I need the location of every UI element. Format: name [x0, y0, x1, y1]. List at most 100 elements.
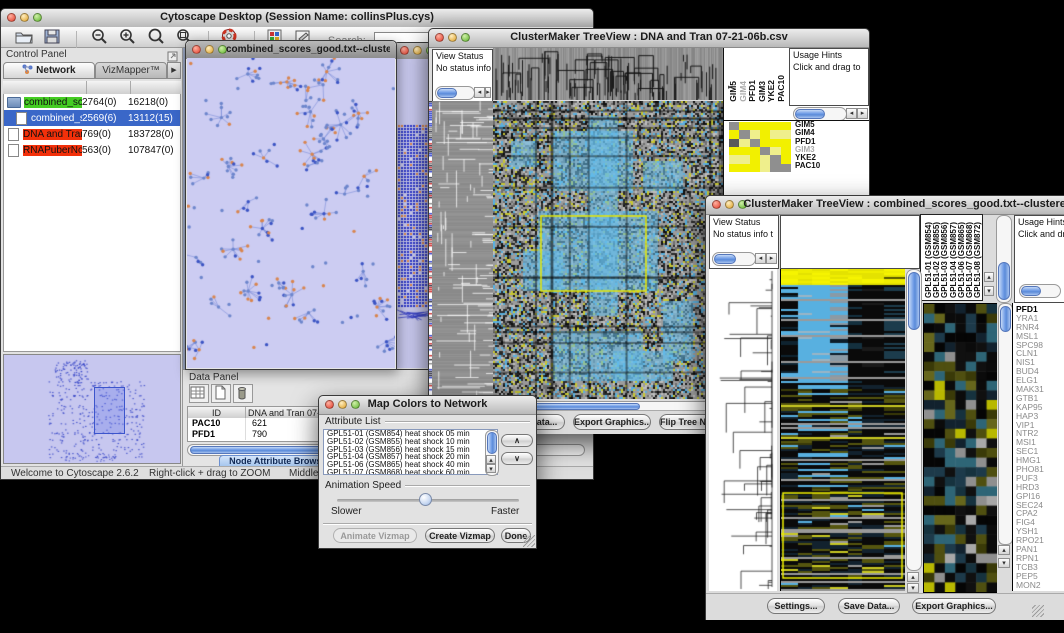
network-row[interactable]: combined_sco2569(6)13112(15) [4, 110, 180, 126]
move-down-button[interactable]: ∨ [501, 452, 533, 465]
matrix-cell[interactable] [781, 164, 791, 172]
zoom-fit-icon[interactable] [147, 28, 167, 46]
tv2-zoom-heatmap-canvas[interactable] [923, 303, 997, 593]
animate-vizmap-button[interactable]: Animate Vizmap [333, 528, 417, 543]
network-row[interactable]: RNAPuberNov2+563(0)107847(0) [4, 142, 180, 158]
matrix-cell[interactable] [760, 139, 770, 147]
close-button[interactable] [712, 200, 721, 209]
matrix-cell[interactable] [770, 122, 780, 130]
matrix-cell[interactable] [739, 139, 749, 147]
matrix-cell[interactable] [750, 155, 760, 163]
select-attributes-icon[interactable] [189, 384, 209, 403]
attr-col-id[interactable]: ID [188, 407, 246, 418]
matrix-cell[interactable] [770, 139, 780, 147]
network-overview[interactable] [3, 354, 181, 464]
matrix-cell[interactable] [781, 130, 791, 138]
scroll-down-icon[interactable]: ▾ [998, 558, 1010, 568]
matrix-cell[interactable] [781, 122, 791, 130]
matrix-cell[interactable] [739, 122, 749, 130]
tv1-zoom-matrix[interactable] [729, 122, 791, 172]
scroll-right-icon[interactable]: ▸ [766, 253, 777, 264]
col-header-network[interactable] [3, 81, 87, 94]
network-row[interactable]: DNA and Tran 07769(0)183728(0) [4, 126, 180, 142]
matrix-cell[interactable] [739, 147, 749, 155]
tv2-status-hscrollbar[interactable] [712, 252, 756, 266]
minimize-button[interactable] [413, 46, 422, 55]
attribute-list-item[interactable]: GPL51-07 (GSM868) heat shock 60 min [324, 469, 497, 475]
gene-list-item[interactable]: MON2 [1016, 581, 1064, 590]
tv1-column-dendrogram-canvas[interactable] [493, 48, 723, 100]
matrix-cell[interactable] [729, 122, 739, 130]
tv1-row-dendrogram-canvas[interactable] [432, 101, 493, 399]
scroll-left-icon[interactable]: ◂ [846, 108, 857, 119]
scroll-left-icon[interactable]: ◂ [474, 87, 485, 98]
matrix-cell[interactable] [729, 164, 739, 172]
save-data-button[interactable]: Save Data... [838, 598, 900, 614]
resize-grip[interactable] [523, 535, 535, 547]
matrix-cell[interactable] [781, 155, 791, 163]
scroll-right-icon[interactable]: ▸ [857, 108, 868, 119]
tv2-row-dendrogram-canvas[interactable] [709, 269, 777, 591]
attribute-listbox[interactable]: GPL51-01 (GSM854) heat shock 05 minGPL51… [323, 429, 498, 475]
matrix-cell[interactable] [770, 164, 780, 172]
matrix-cell[interactable] [729, 147, 739, 155]
scroll-down-icon[interactable]: ▾ [907, 583, 919, 593]
main-titlebar[interactable]: Cytoscape Desktop (Session Name: collins… [1, 9, 593, 28]
minimize-button[interactable] [20, 13, 29, 22]
matrix-cell[interactable] [750, 130, 760, 138]
matrix-cell[interactable] [770, 147, 780, 155]
scroll-up-icon[interactable]: ▴ [984, 272, 994, 282]
resize-grip[interactable] [1032, 605, 1044, 617]
zoom-out-icon[interactable] [90, 28, 110, 46]
matrix-cell[interactable] [729, 155, 739, 163]
matrix-cell[interactable] [750, 122, 760, 130]
scroll-up-icon[interactable]: ▴ [907, 572, 919, 582]
col-header-edges[interactable] [131, 81, 181, 94]
matrix-cell[interactable] [739, 130, 749, 138]
scroll-up-icon[interactable]: ▴ [486, 455, 496, 464]
close-button[interactable] [7, 13, 16, 22]
matrix-cell[interactable] [760, 147, 770, 155]
matrix-cell[interactable] [781, 139, 791, 147]
matrix-cell[interactable] [750, 164, 760, 172]
overview-thumbnail-canvas[interactable] [4, 355, 180, 463]
matrix-cell[interactable] [739, 155, 749, 163]
tv2-zoom-vscrollbar[interactable] [998, 303, 1013, 545]
close-button[interactable] [435, 33, 444, 42]
matrix-cell[interactable] [760, 130, 770, 138]
close-button[interactable] [192, 45, 201, 54]
matrix-cell[interactable] [760, 164, 770, 172]
tab-overflow-button[interactable]: ▶ [167, 62, 181, 79]
matrix-cell[interactable] [729, 130, 739, 138]
scroll-down-icon[interactable]: ▾ [984, 286, 994, 296]
tv2-hints-hscrollbar[interactable] [1019, 284, 1061, 298]
matrix-cell[interactable] [739, 164, 749, 172]
tab-vizmapper[interactable]: VizMapper™ [95, 62, 167, 79]
tv1-zoom-hscrollbar[interactable] [793, 107, 847, 121]
export-graphics-button[interactable]: Export Graphics... [912, 598, 996, 614]
minimize-button[interactable] [338, 400, 347, 409]
tv2-heatmap-vscrollbar[interactable] [906, 269, 922, 571]
move-up-button[interactable]: ∧ [501, 434, 533, 447]
attribute-list-vscrollbar[interactable]: ▴ ▾ [485, 430, 499, 476]
matrix-cell[interactable] [760, 122, 770, 130]
tv1-status-hscrollbar[interactable] [435, 86, 475, 100]
settings-button[interactable]: Settings... [767, 598, 825, 614]
network-view-canvas[interactable] [187, 58, 395, 368]
matrix-cell[interactable] [770, 130, 780, 138]
tab-network[interactable]: Network [3, 62, 95, 79]
zoom-in-icon[interactable] [118, 28, 138, 46]
matrix-cell[interactable] [729, 139, 739, 147]
speed-slider-thumb[interactable] [419, 493, 432, 506]
scroll-left-icon[interactable]: ◂ [755, 253, 766, 264]
col-header-nodes[interactable] [87, 81, 131, 94]
open-folder-icon[interactable] [15, 29, 35, 47]
minimize-button[interactable] [205, 45, 214, 54]
tv2-labels-vscrollbar[interactable] [996, 215, 1012, 303]
matrix-cell[interactable] [750, 139, 760, 147]
minimize-button[interactable] [448, 33, 457, 42]
scroll-right-icon[interactable]: ▸ [485, 87, 491, 98]
tv2-global-heatmap-canvas[interactable] [780, 269, 905, 591]
matrix-cell[interactable] [770, 155, 780, 163]
delete-attribute-icon[interactable] [233, 384, 253, 403]
